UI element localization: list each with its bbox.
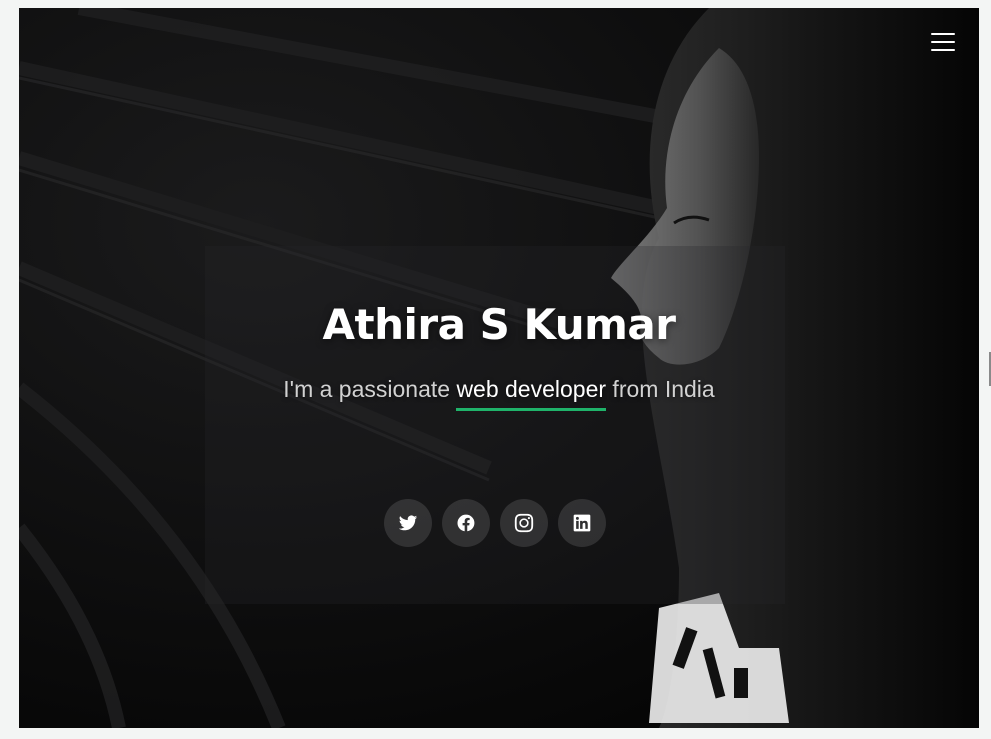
menu-bar-bottom	[931, 49, 955, 51]
linkedin-icon	[573, 514, 591, 532]
facebook-icon	[457, 514, 475, 532]
facebook-link[interactable]	[442, 499, 490, 547]
hero-section: Athira S Kumar I'm a passionate web deve…	[19, 8, 979, 728]
menu-bar-top	[931, 33, 955, 35]
typed-role: web developer	[456, 376, 606, 411]
twitter-link[interactable]	[384, 499, 432, 547]
hamburger-menu-icon[interactable]	[931, 31, 957, 53]
subtitle-suffix: from India	[606, 376, 715, 402]
instagram-link[interactable]	[500, 499, 548, 547]
twitter-icon	[398, 515, 418, 531]
hero-subtitle: I'm a passionate web developer from Indi…	[19, 376, 979, 411]
social-links	[384, 499, 606, 547]
page: Athira S Kumar I'm a passionate web deve…	[0, 0, 991, 739]
hero-name: Athira S Kumar	[322, 300, 676, 349]
linkedin-link[interactable]	[558, 499, 606, 547]
subtitle-prefix: I'm a passionate	[283, 376, 457, 402]
menu-bar-middle	[931, 41, 955, 43]
instagram-icon	[514, 513, 534, 533]
